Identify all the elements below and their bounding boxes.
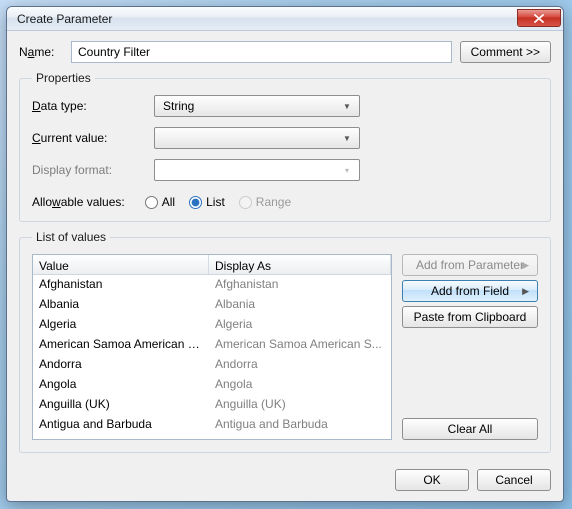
cell-display[interactable]: Argentina [209,435,391,439]
chevron-right-icon: ▶ [522,260,529,271]
table-row[interactable]: AngolaAngola [33,375,391,395]
footer: OK Cancel [7,463,563,501]
ok-button[interactable]: OK [395,469,469,491]
cell-value[interactable]: Antigua and Barbuda [33,415,209,435]
cell-display[interactable]: Antigua and Barbuda [209,415,391,435]
side-buttons: Add from Parameter▶ Add from Field▶ Past… [402,254,538,440]
grid-body[interactable]: AfghanistanAfghanistanAlbaniaAlbaniaAlge… [33,275,391,439]
col-value[interactable]: Value [33,255,209,274]
table-row[interactable]: Anguilla (UK)Anguilla (UK) [33,395,391,415]
cell-value[interactable]: Anguilla (UK) [33,395,209,415]
cell-display[interactable]: Afghanistan [209,275,391,295]
clear-all-button[interactable]: Clear All [402,418,538,440]
values-grid[interactable]: Value Display As AfghanistanAfghanistanA… [32,254,392,440]
current-value-label: Current value: [32,131,146,145]
add-from-field-button[interactable]: Add from Field▶ [402,280,538,302]
comment-button[interactable]: Comment >> [460,41,551,63]
data-type-value: String [163,99,194,113]
list-of-values-legend: List of values [32,230,110,244]
table-row[interactable]: AndorraAndorra [33,355,391,375]
data-type-label: Data type: [32,99,146,113]
table-row[interactable]: ArgentinaArgentina [33,435,391,439]
properties-legend: Properties [32,71,95,85]
allowable-radio-range: Range [239,195,291,209]
table-row[interactable]: AfghanistanAfghanistan [33,275,391,295]
data-type-combo[interactable]: String ▼ [154,95,360,117]
chevron-right-icon: ▶ [522,286,529,297]
display-format-label: Display format: [32,163,146,177]
cell-value[interactable]: Angola [33,375,209,395]
col-display[interactable]: Display As [209,255,391,274]
allowable-radio-list[interactable]: List [189,195,225,209]
display-format-combo[interactable]: ▾ [154,159,360,181]
allowable-label: Allowable values: [32,195,125,209]
chevron-down-icon: ▾ [339,163,355,177]
allowable-radio-all[interactable]: All [145,195,175,209]
list-of-values-fieldset: List of values Value Display As Afghanis… [19,230,551,453]
table-row[interactable]: Antigua and BarbudaAntigua and Barbuda [33,415,391,435]
table-row[interactable]: American Samoa American SamoaAmerican Sa… [33,335,391,355]
cell-display[interactable]: Anguilla (UK) [209,395,391,415]
close-button[interactable] [517,9,561,27]
cell-display[interactable]: Andorra [209,355,391,375]
properties-fieldset: Properties Data type: String ▼ Current v… [19,71,551,222]
chevron-down-icon: ▼ [339,131,355,145]
name-row: Name: Comment >> [19,41,551,63]
cell-display[interactable]: Angola [209,375,391,395]
chevron-down-icon: ▼ [339,99,355,113]
close-icon [534,14,544,23]
cell-value[interactable]: Argentina [33,435,209,439]
cell-value[interactable]: American Samoa American Samoa [33,335,209,355]
current-value-combo[interactable]: ▼ [154,127,360,149]
table-row[interactable]: AlgeriaAlgeria [33,315,391,335]
cell-display[interactable]: Algeria [209,315,391,335]
name-input[interactable] [71,41,452,63]
titlebar: Create Parameter [7,7,563,31]
cell-value[interactable]: Afghanistan [33,275,209,295]
allowable-row: Allowable values: All List Range [32,195,538,209]
grid-header: Value Display As [33,255,391,275]
table-row[interactable]: AlbaniaAlbania [33,295,391,315]
cell-value[interactable]: Albania [33,295,209,315]
cell-display[interactable]: American Samoa American S... [209,335,391,355]
window-title: Create Parameter [17,12,517,26]
cell-value[interactable]: Andorra [33,355,209,375]
cell-display[interactable]: Albania [209,295,391,315]
cancel-button[interactable]: Cancel [477,469,551,491]
paste-from-clipboard-button[interactable]: Paste from Clipboard [402,306,538,328]
cell-value[interactable]: Algeria [33,315,209,335]
dialog-window: Create Parameter Name: Comment >> Proper… [6,6,564,502]
name-label: Name: [19,45,63,59]
add-from-parameter-button: Add from Parameter▶ [402,254,538,276]
